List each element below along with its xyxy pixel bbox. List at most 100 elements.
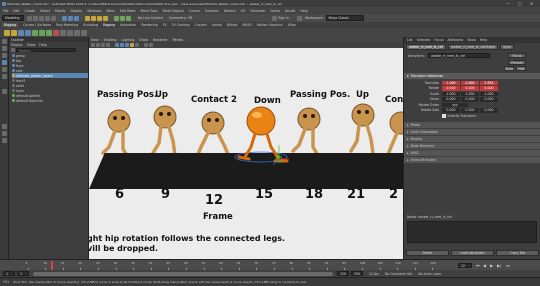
viewport-panel[interactable]: View Shading Lighting Show Renderer Pane… — [89, 37, 403, 259]
minimize-button[interactable]: — — [506, 1, 510, 6]
last-tool-icon[interactable] — [2, 89, 7, 94]
tab-layer-node[interactable]: layer — [500, 44, 515, 50]
ae-menu-show[interactable]: Show — [467, 38, 476, 42]
tab-transform-node[interactable]: walker_rt_heel_ik_ctrl — [406, 44, 447, 50]
render-icon[interactable] — [114, 15, 119, 21]
paint-weights-icon[interactable] — [25, 29, 31, 36]
load-attributes-button[interactable]: Load Attributes — [451, 249, 494, 256]
anim-layer-dropdown[interactable]: No Anim Layer — [418, 272, 441, 276]
ik-handle-icon[interactable] — [11, 29, 17, 36]
shelf-tab[interactable]: FX Caching — [172, 23, 190, 27]
menu-generate[interactable]: Generate — [250, 9, 265, 13]
snap-curve-icon[interactable] — [91, 15, 96, 21]
blend-shape-icon[interactable] — [81, 29, 87, 36]
scale-tool-icon[interactable] — [2, 74, 7, 79]
rotate-axis-y-field[interactable]: 0.000 — [461, 108, 479, 113]
walker-rig-3d[interactable] — [229, 105, 289, 175]
go-to-start-icon[interactable]: ⏮ — [476, 263, 480, 268]
menu-help[interactable]: Help — [300, 9, 307, 13]
save-scene-icon[interactable] — [39, 15, 44, 21]
ae-menu-list[interactable]: List — [407, 38, 413, 42]
notes-textarea[interactable] — [407, 221, 537, 243]
outliner-search-input[interactable]: Search... — [16, 47, 76, 53]
menu-deform[interactable]: Deform — [224, 9, 236, 13]
scale-x-field[interactable]: 1.000 — [442, 91, 460, 96]
copy-tab-button[interactable]: Copy Tab — [496, 249, 539, 256]
menu-arnold[interactable]: Arnold — [285, 9, 295, 13]
shear-y-field[interactable]: 0.000 — [461, 97, 479, 102]
section-display[interactable]: ▸ Display — [404, 135, 540, 142]
shear-x-field[interactable]: 0.000 — [442, 97, 460, 102]
rotate-y-field[interactable]: 0.000 — [461, 86, 479, 91]
rotate-axis-x-field[interactable]: 0.000 — [442, 108, 460, 113]
snap-grid-icon[interactable] — [85, 15, 90, 21]
go-to-end-icon[interactable]: ⏭ — [506, 263, 510, 268]
ae-menu-attributes[interactable]: Attributes — [448, 38, 464, 42]
shelf-workspace-label[interactable]: Rigging — [2, 23, 19, 27]
rotate-tool-icon[interactable] — [2, 67, 7, 72]
pole-vector-icon[interactable] — [60, 29, 66, 36]
shelf-tab[interactable]: Custom — [195, 23, 207, 27]
close-button[interactable]: ✕ — [530, 1, 533, 6]
mode-selector[interactable]: Modeling — [2, 15, 24, 21]
menu-mesh[interactable]: Mesh — [107, 9, 115, 13]
shelf-tab[interactable]: Poly Modeling — [56, 23, 78, 27]
menu-mesh-display[interactable]: Mesh Display — [163, 9, 184, 13]
viewport-menu-panels[interactable]: Panels — [173, 38, 183, 42]
parent-constraint-icon[interactable] — [32, 29, 38, 36]
rotate-axis-z-field[interactable]: 0.000 — [480, 108, 498, 113]
select-tool-icon[interactable] — [2, 39, 7, 44]
menu-edit[interactable]: Edit — [13, 9, 19, 13]
ae-menu-focus[interactable]: Focus — [434, 38, 443, 42]
shelf-tab[interactable]: MASH — [242, 23, 251, 27]
ae-menu-selected[interactable]: Selected — [417, 38, 431, 42]
joint-tool-icon[interactable] — [4, 29, 10, 36]
textured-icon[interactable] — [125, 43, 129, 47]
section-pivots[interactable]: ▸ Pivots — [404, 121, 540, 128]
grid-icon[interactable] — [106, 43, 110, 47]
viewport-menu-show[interactable]: Show — [139, 38, 148, 42]
lights-icon[interactable] — [130, 43, 134, 47]
scale-z-field[interactable]: 1.000 — [480, 91, 498, 96]
menu-edit-mesh[interactable]: Edit Mesh — [120, 9, 136, 13]
outliner-menu-show[interactable]: Show — [27, 43, 36, 47]
bookmark-icon[interactable] — [96, 43, 100, 47]
menu-modify[interactable]: Modify — [55, 9, 66, 13]
range-start-field[interactable]: 1 — [17, 271, 29, 276]
layout-outliner-icon[interactable] — [2, 138, 7, 143]
cluster-icon[interactable] — [67, 29, 73, 36]
shear-z-field[interactable]: 0.000 — [480, 97, 498, 102]
menu-mesh-tools[interactable]: Mesh Tools — [141, 9, 158, 13]
shelf-tab[interactable]: Motion Graphics — [257, 23, 283, 27]
translate-z-field[interactable]: 3.894 — [480, 80, 498, 85]
select-object-icon[interactable] — [68, 15, 73, 21]
range-bar[interactable] — [33, 271, 333, 276]
image-plane-icon[interactable] — [101, 43, 105, 47]
xray-icon[interactable] — [149, 43, 153, 47]
section-node-behavior[interactable]: ▸ Node Behavior — [404, 142, 540, 149]
step-back-icon[interactable]: ◀ — [483, 263, 486, 268]
menu-curves[interactable]: Curves — [189, 9, 200, 13]
step-forward-icon[interactable]: ▶| — [497, 263, 501, 268]
point-constraint-icon[interactable] — [39, 29, 45, 36]
paint-select-icon[interactable] — [2, 53, 7, 58]
snap-point-icon[interactable] — [97, 15, 102, 21]
menu-uv[interactable]: UV — [241, 9, 246, 13]
character-set-dropdown[interactable]: No Character Set — [385, 272, 412, 276]
shelf-tab[interactable]: Curves / Surfaces — [23, 23, 51, 27]
menu-windows[interactable]: Windows — [87, 9, 101, 13]
section-limit-information[interactable]: ▸ Limit Information — [404, 128, 540, 135]
wireframe-icon[interactable] — [115, 43, 119, 47]
menu-create[interactable]: Create — [25, 9, 36, 13]
shelf-tab[interactable]: Arnold — [212, 23, 222, 27]
undo-icon[interactable] — [45, 15, 50, 21]
snap-view-plane-icon[interactable] — [103, 15, 108, 21]
menu-select[interactable]: Select — [40, 9, 50, 13]
aim-constraint-icon[interactable] — [53, 29, 59, 36]
presets-button[interactable]: Presets — [508, 59, 526, 65]
time-slider[interactable]: 5 10 15 20 25 30 35 40 45 50 55 60 65 70 75 80 85 90 95 100… — [0, 259, 540, 271]
menu-display[interactable]: Display — [71, 9, 83, 13]
start-frame-field[interactable]: 1 — [3, 271, 15, 276]
orient-constraint-icon[interactable] — [46, 29, 52, 36]
shelf-tab[interactable]: Rigging — [103, 23, 115, 27]
